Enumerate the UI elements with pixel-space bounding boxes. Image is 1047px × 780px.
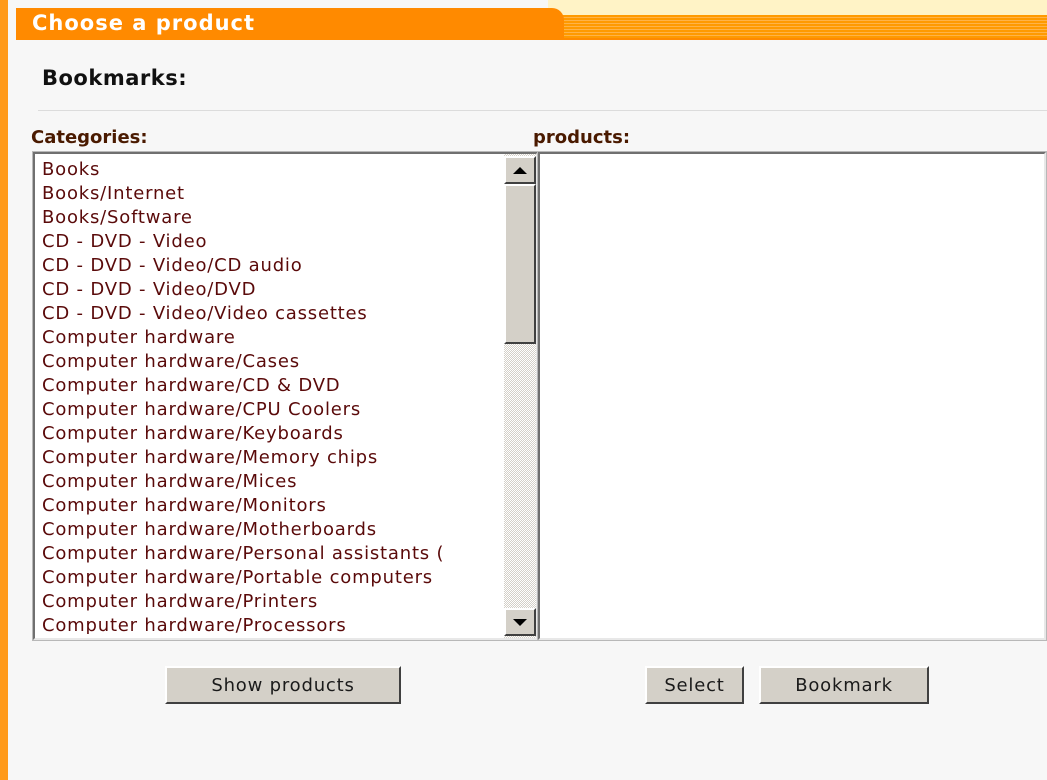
- bookmarks-heading: Bookmarks:: [42, 66, 188, 90]
- category-option[interactable]: Books/Internet: [38, 182, 496, 206]
- categories-list: Books Books/Internet Books/Software CD - DV…: [38, 158, 496, 634]
- category-option[interactable]: Computer hardware/Keyboards: [38, 422, 496, 446]
- category-option[interactable]: Computer hardware/Portable computers: [38, 566, 496, 590]
- category-option[interactable]: Computer hardware/CPU Coolers: [38, 398, 496, 422]
- category-option[interactable]: Computer hardware/Personal assistants (: [38, 542, 496, 566]
- category-option[interactable]: Books: [38, 158, 496, 182]
- category-option[interactable]: Computer hardware/Mices: [38, 470, 496, 494]
- products-listbox[interactable]: [537, 151, 1047, 641]
- category-option[interactable]: Computer hardware/Processors: [38, 614, 496, 634]
- category-option[interactable]: Computer hardware/Cases: [38, 350, 496, 374]
- category-option[interactable]: CD - DVD - Video/DVD: [38, 278, 496, 302]
- choose-product-panel: Choose a product Bookmarks: Categories: …: [0, 0, 1047, 780]
- title-underline: [16, 38, 1047, 40]
- panel-title: Choose a product: [32, 11, 256, 35]
- category-option[interactable]: CD - DVD - Video/Video cassettes: [38, 302, 496, 326]
- show-products-button[interactable]: Show products: [165, 666, 401, 704]
- bookmark-button[interactable]: Bookmark: [759, 666, 929, 704]
- scroll-down-arrow-icon: [513, 618, 527, 626]
- categories-label: Categories:: [31, 127, 148, 148]
- scrollbar-thumb[interactable]: [504, 184, 536, 344]
- category-option[interactable]: Computer hardware: [38, 326, 496, 350]
- heading-divider: [38, 110, 1047, 111]
- category-option[interactable]: Computer hardware/Memory chips: [38, 446, 496, 470]
- products-label: products:: [533, 127, 631, 148]
- categories-listbox[interactable]: Books Books/Internet Books/Software CD - DV…: [32, 151, 539, 641]
- category-option[interactable]: Computer hardware/Motherboards: [38, 518, 496, 542]
- select-button[interactable]: Select: [645, 666, 744, 704]
- panel-titlebar: Choose a product: [8, 0, 1047, 40]
- scroll-up-arrow-icon: [513, 166, 527, 174]
- category-option[interactable]: Books/Software: [38, 206, 496, 230]
- category-option[interactable]: Computer hardware/Printers: [38, 590, 496, 614]
- category-option[interactable]: Computer hardware/CD & DVD: [38, 374, 496, 398]
- title-decorative-stripe: [548, 0, 1047, 40]
- scroll-up-button[interactable]: [504, 156, 536, 184]
- categories-scrollbar[interactable]: [504, 154, 536, 638]
- category-option[interactable]: CD - DVD - Video/CD audio: [38, 254, 496, 278]
- title-tab: Choose a product: [16, 8, 564, 40]
- scroll-down-button[interactable]: [504, 608, 536, 636]
- category-option[interactable]: CD - DVD - Video: [38, 230, 496, 254]
- category-option[interactable]: Computer hardware/Monitors: [38, 494, 496, 518]
